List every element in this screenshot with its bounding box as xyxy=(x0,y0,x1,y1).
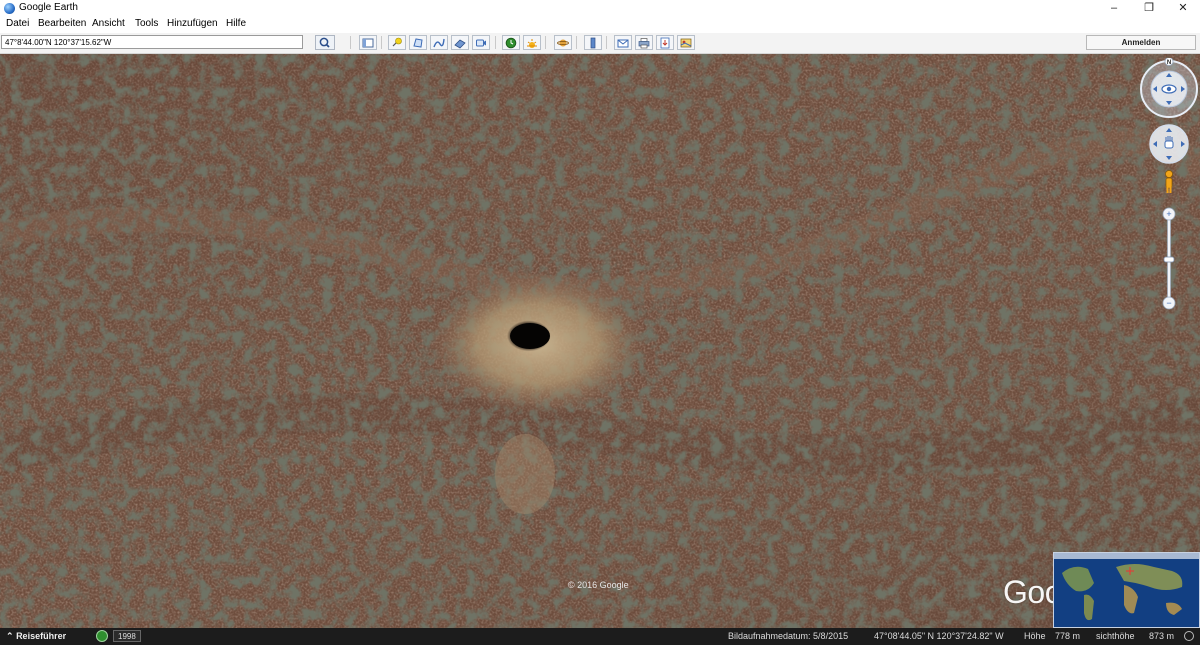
eye-altitude-value: 873 m xyxy=(1149,631,1175,641)
overview-map[interactable] xyxy=(1053,552,1200,628)
printer-icon xyxy=(638,37,650,48)
look-joystick[interactable] xyxy=(1140,60,1198,118)
clock-icon xyxy=(505,37,517,48)
ruler-icon xyxy=(590,37,596,48)
satellite-imagery xyxy=(0,54,1200,628)
toolbar: Anmelden xyxy=(0,33,1200,54)
add-path-button[interactable] xyxy=(430,35,448,50)
close-button[interactable]: ✕ xyxy=(1166,0,1200,17)
north-label: N xyxy=(1167,60,1171,66)
streaming-indicator-icon xyxy=(1184,631,1194,641)
save-image-icon xyxy=(660,37,670,48)
historical-imagery-icon[interactable] xyxy=(96,630,108,642)
imagery-date: Bildaufnahmedatum: 5/8/2015 xyxy=(728,631,849,641)
polygon-icon xyxy=(413,37,423,48)
add-placemark-button[interactable] xyxy=(388,35,406,50)
maximize-button[interactable]: ❐ xyxy=(1132,0,1166,17)
google-earth-logo-icon xyxy=(4,3,15,14)
print-button[interactable] xyxy=(635,35,653,50)
chevron-up-icon: ⌃ xyxy=(6,631,14,641)
window-title: Google Earth xyxy=(19,2,78,13)
zoom-slider-handle[interactable] xyxy=(1163,256,1175,263)
menu-ansicht[interactable]: Ansicht xyxy=(92,18,125,29)
minimize-button[interactable]: – xyxy=(1097,0,1131,17)
envelope-icon xyxy=(617,39,629,47)
planet-icon xyxy=(557,39,569,46)
zoom-out-label: − xyxy=(1166,298,1171,308)
sun-icon xyxy=(527,38,537,48)
pointer-coordinates: 47°08'44.05" N 120°37'24.82" W xyxy=(874,631,1004,641)
menu-tools[interactable]: Tools xyxy=(135,18,158,29)
view-in-maps-button[interactable] xyxy=(677,35,695,50)
elevation-label: Höhe xyxy=(1024,631,1046,641)
eye-icon xyxy=(1161,84,1177,94)
search-input[interactable] xyxy=(1,35,303,49)
search-button[interactable] xyxy=(315,35,335,50)
pushpin-icon xyxy=(392,37,402,46)
historical-imagery-button[interactable] xyxy=(502,35,520,50)
menu-bearbeiten[interactable]: Bearbeiten xyxy=(38,18,86,29)
menu-hinzufuegen[interactable]: Hinzufügen xyxy=(167,18,218,29)
title-bar: Google Earth – ❐ ✕ xyxy=(0,0,1200,17)
tour-guide-label: Reiseführer xyxy=(16,631,67,641)
add-polygon-button[interactable] xyxy=(409,35,427,50)
sidebar-icon xyxy=(362,38,374,47)
map-icon xyxy=(680,38,692,47)
street-view-pegman-icon[interactable] xyxy=(1165,170,1173,194)
zoom-slider[interactable]: + − xyxy=(1162,207,1176,310)
menu-bar: Datei Bearbeiten Ansicht Tools Hinzufüge… xyxy=(0,17,1200,33)
navigation-graphics: N + − xyxy=(1140,57,1198,310)
add-image-overlay-button[interactable] xyxy=(451,35,469,50)
imagery-copyright: © 2016 Google xyxy=(568,580,629,590)
login-button[interactable]: Anmelden xyxy=(1086,35,1196,50)
search-icon xyxy=(319,37,330,48)
move-joystick[interactable] xyxy=(1149,124,1189,164)
eye-altitude-label: sichthöhe xyxy=(1096,631,1135,641)
menu-hilfe[interactable]: Hilfe xyxy=(226,18,246,29)
path-icon xyxy=(433,38,445,47)
toolbar-separator xyxy=(606,36,607,49)
world-overview-image xyxy=(1054,553,1199,627)
history-year-badge[interactable]: 1998 xyxy=(113,630,141,642)
switch-planet-button[interactable] xyxy=(554,35,572,50)
save-image-button[interactable] xyxy=(656,35,674,50)
email-button[interactable] xyxy=(614,35,632,50)
image-overlay-icon xyxy=(454,38,466,49)
toolbar-separator xyxy=(350,36,351,49)
menu-datei[interactable]: Datei xyxy=(6,18,29,29)
ruler-button[interactable] xyxy=(584,35,602,50)
north-indicator[interactable]: N xyxy=(1164,57,1174,66)
toolbar-separator xyxy=(495,36,496,49)
map-view[interactable]: © 2016 Google Google Earth xyxy=(0,54,1200,628)
status-bar: ⌃ Reiseführer 1998 Bildaufnahmedatum: 5/… xyxy=(0,628,1200,645)
record-tour-button[interactable] xyxy=(472,35,490,50)
sidebar-toggle-button[interactable] xyxy=(359,35,377,50)
toolbar-separator xyxy=(545,36,546,49)
record-tour-icon xyxy=(476,39,486,46)
zoom-in-label: + xyxy=(1166,209,1171,219)
sunlight-button[interactable] xyxy=(523,35,541,50)
toolbar-separator xyxy=(381,36,382,49)
navigation-controls: N + − xyxy=(1138,57,1200,318)
elevation-value: 778 m xyxy=(1055,631,1081,641)
toolbar-separator xyxy=(576,36,577,49)
tour-guide-toggle[interactable]: ⌃ Reiseführer xyxy=(6,631,66,642)
